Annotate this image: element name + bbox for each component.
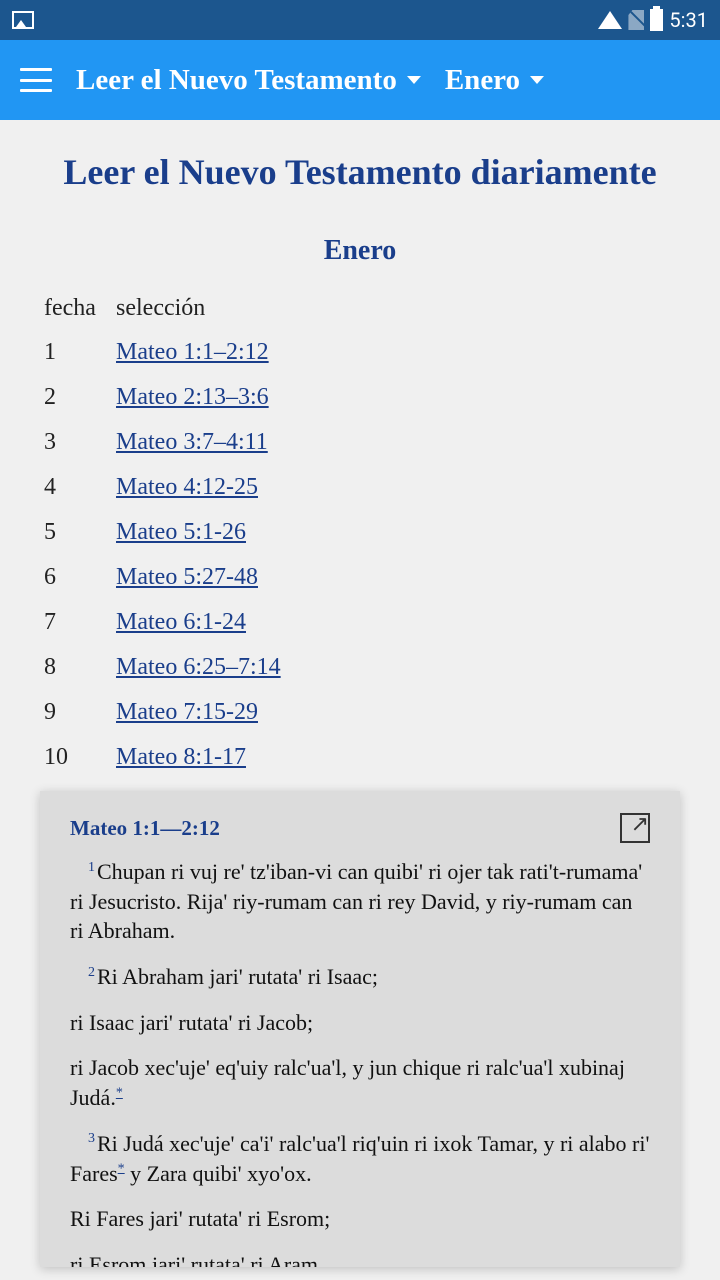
reading-link[interactable]: Mateo 1:1–2:12: [116, 339, 269, 365]
footnote-link[interactable]: *: [116, 1086, 123, 1101]
header-selection: selección: [116, 287, 676, 330]
reading-ref-cell: Mateo 1:1–2:12: [116, 330, 676, 375]
plan-dropdown-label: Leer el Nuevo Testamento: [76, 64, 397, 97]
battery-icon: [650, 9, 663, 31]
reading-link[interactable]: Mateo 7:15-29: [116, 699, 258, 725]
reading-day: 8: [44, 645, 116, 690]
menu-icon[interactable]: [20, 68, 52, 92]
reading-ref-cell: Mateo 4:12-25: [116, 465, 676, 510]
verse-3a: 3Ri Judá xec'uje' ca'i' ralc'ua'l riq'ui…: [70, 1129, 650, 1188]
verse-3c: ri Esrom jari' rutata' ri Aram: [70, 1250, 650, 1267]
reading-link[interactable]: Mateo 5:1-26: [116, 519, 246, 545]
month-title: Enero: [44, 235, 676, 267]
table-row: 9Mateo 7:15-29: [44, 690, 676, 735]
verse-2b: ri Isaac jari' rutata' ri Jacob;: [70, 1008, 650, 1038]
reading-ref-cell: Mateo 5:27-48: [116, 555, 676, 600]
month-dropdown[interactable]: Enero: [445, 64, 544, 97]
table-row: 8Mateo 6:25–7:14: [44, 645, 676, 690]
verse-number: 2: [88, 965, 95, 980]
table-row: 7Mateo 6:1-24: [44, 600, 676, 645]
reading-ref-cell: Mateo 6:25–7:14: [116, 645, 676, 690]
overlay-title: Mateo 1:1—2:12: [70, 816, 220, 841]
status-bar: 5:31: [0, 0, 720, 40]
verse-number: 1: [88, 860, 95, 875]
verse-number: 3: [88, 1131, 95, 1146]
chevron-down-icon: [530, 76, 544, 84]
wifi-icon: [598, 11, 622, 29]
content-area: Leer el Nuevo Testamento diariamente Ene…: [0, 120, 720, 800]
chevron-down-icon: [407, 76, 421, 84]
verse-2a: 2Ri Abraham jari' rutata' ri Isaac;: [70, 962, 650, 992]
reading-link[interactable]: Mateo 6:1-24: [116, 609, 246, 635]
plan-dropdown[interactable]: Leer el Nuevo Testamento: [76, 64, 421, 97]
reading-day: 7: [44, 600, 116, 645]
reading-day: 6: [44, 555, 116, 600]
table-row: 4Mateo 4:12-25: [44, 465, 676, 510]
status-time: 5:31: [669, 8, 708, 32]
verse-2c: ri Jacob xec'uje' eq'uiy ralc'ua'l, y ju…: [70, 1053, 650, 1112]
reading-link[interactable]: Mateo 4:12-25: [116, 474, 258, 500]
reading-day: 3: [44, 420, 116, 465]
verse-1: 1Chupan ri vuj re' tz'iban-vi can quibi'…: [70, 857, 650, 946]
open-external-icon[interactable]: [620, 813, 650, 843]
reading-day: 2: [44, 375, 116, 420]
reading-day: 4: [44, 465, 116, 510]
reading-day: 5: [44, 510, 116, 555]
header-date: fecha: [44, 287, 116, 330]
reading-ref-cell: Mateo 6:1-24: [116, 600, 676, 645]
app-bar: Leer el Nuevo Testamento Enero: [0, 40, 720, 120]
table-row: 1Mateo 1:1–2:12: [44, 330, 676, 375]
reading-day: 9: [44, 690, 116, 735]
table-row: 2Mateo 2:13–3:6: [44, 375, 676, 420]
verse-3b: Ri Fares jari' rutata' ri Esrom;: [70, 1204, 650, 1234]
reading-link[interactable]: Mateo 3:7–4:11: [116, 429, 268, 455]
table-row: 3Mateo 3:7–4:11: [44, 420, 676, 465]
reading-ref-cell: Mateo 2:13–3:6: [116, 375, 676, 420]
footnote-link[interactable]: *: [118, 1161, 125, 1176]
table-row: 10Mateo 8:1-17: [44, 735, 676, 780]
picture-icon: [12, 11, 34, 29]
reading-ref-cell: Mateo 5:1-26: [116, 510, 676, 555]
passage-overlay: Mateo 1:1—2:12 1Chupan ri vuj re' tz'iba…: [40, 791, 680, 1267]
reading-ref-cell: Mateo 3:7–4:11: [116, 420, 676, 465]
reading-table: fecha selección 1Mateo 1:1–2:122Mateo 2:…: [44, 287, 676, 780]
reading-link[interactable]: Mateo 6:25–7:14: [116, 654, 281, 680]
table-row: 5Mateo 5:1-26: [44, 510, 676, 555]
reading-link[interactable]: Mateo 8:1-17: [116, 744, 246, 770]
no-sim-icon: [628, 10, 644, 30]
reading-link[interactable]: Mateo 5:27-48: [116, 564, 258, 590]
reading-day: 10: [44, 735, 116, 780]
page-title: Leer el Nuevo Testamento diariamente: [44, 150, 676, 195]
table-row: 6Mateo 5:27-48: [44, 555, 676, 600]
reading-ref-cell: Mateo 7:15-29: [116, 690, 676, 735]
month-dropdown-label: Enero: [445, 64, 520, 97]
reading-link[interactable]: Mateo 2:13–3:6: [116, 384, 269, 410]
reading-day: 1: [44, 330, 116, 375]
reading-ref-cell: Mateo 8:1-17: [116, 735, 676, 780]
